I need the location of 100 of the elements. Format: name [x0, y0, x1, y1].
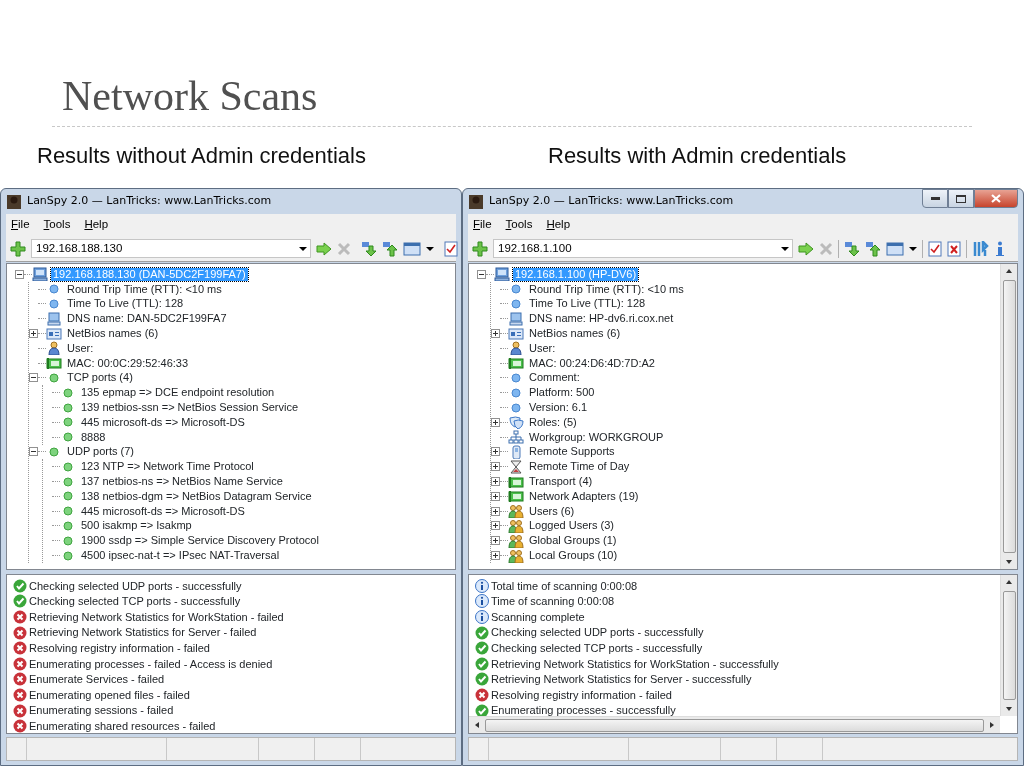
- log-entry: Resolving registry information - failed: [29, 640, 210, 656]
- check-document-icon[interactable]: [444, 240, 458, 257]
- tree-item[interactable]: Time To Live (TTL): 128: [65, 297, 186, 311]
- computer-icon: [494, 267, 510, 282]
- tree-item[interactable]: User:: [527, 341, 558, 355]
- tree-item[interactable]: Global Groups (1): [527, 534, 619, 548]
- menu-item[interactable]: File: [473, 216, 492, 234]
- address-combo[interactable]: 192.168.188.130: [31, 239, 311, 258]
- tree-item[interactable]: 4500 ipsec-nat-t => IPsec NAT-Traversal: [79, 549, 282, 563]
- tree-item[interactable]: DNS name: HP-dv6.ri.cox.net: [527, 312, 676, 326]
- dot-icon: [508, 370, 524, 385]
- tree-item[interactable]: MAC: 00:24:D6:4D:7D:A2: [527, 356, 657, 370]
- tree-item[interactable]: 138 netbios-dgm => NetBios Datagram Service: [79, 489, 314, 503]
- expand-icon[interactable]: [491, 417, 500, 427]
- expand-icon[interactable]: [491, 521, 500, 531]
- expand-icon[interactable]: [491, 506, 500, 516]
- tree-item[interactable]: Roles: (5): [527, 415, 579, 429]
- log-entry: Total time of scanning 0:00:08: [491, 578, 638, 594]
- close-button[interactable]: [974, 189, 1018, 208]
- menu-item[interactable]: Tools: [505, 216, 533, 234]
- log-entry: Retrieving Network Statistics for Server - failed: [29, 625, 257, 641]
- expand-icon[interactable]: [491, 551, 500, 561]
- menu-item[interactable]: Help: [546, 216, 571, 234]
- collapse-icon[interactable]: [29, 373, 38, 383]
- tree-item[interactable]: MAC: 00:0C:29:52:46:33: [65, 356, 191, 370]
- tree-item[interactable]: 135 epmap => DCE endpoint resolution: [79, 386, 277, 400]
- close-icon: [991, 194, 1001, 203]
- expand-icon[interactable]: [491, 329, 500, 339]
- dropdown-icon[interactable]: [426, 245, 434, 252]
- tree-item[interactable]: Workgroup: WORKGROUP: [527, 430, 666, 444]
- tree-item[interactable]: 137 netbios-ns => NetBios Name Service: [79, 475, 285, 489]
- tree-item[interactable]: 445 microsoft-ds => Microsoft-DS: [79, 504, 247, 518]
- tree-item[interactable]: Round Trip Time (RTT): <10 ms: [527, 282, 686, 296]
- plus-icon[interactable]: [10, 240, 26, 257]
- address-combo[interactable]: 192.168.1.100: [493, 239, 793, 258]
- plus-icon[interactable]: [472, 240, 488, 257]
- check-document-icon[interactable]: [928, 240, 942, 257]
- tree-item[interactable]: 1900 ssdp => Simple Service Discovery Protocol: [79, 534, 321, 548]
- log-entry: Retrieving Network Statistics for WorkStation - successfully: [491, 656, 779, 672]
- expand-icon[interactable]: [29, 329, 38, 339]
- log-entry: Checking selected TCP ports - successfully: [29, 594, 241, 610]
- tree-item[interactable]: UDP ports (7): [65, 445, 137, 459]
- tree-item[interactable]: TCP ports (4): [65, 371, 135, 385]
- expand-icon[interactable]: [491, 536, 500, 546]
- expand-icon[interactable]: [491, 477, 500, 487]
- arrow-up-icon[interactable]: [382, 240, 398, 257]
- tree-item[interactable]: DNS name: DAN-5DC2F199FA7: [65, 312, 229, 326]
- dot-icon: [60, 415, 76, 430]
- collapse-icon[interactable]: [477, 269, 486, 279]
- menu-item[interactable]: Help: [84, 216, 109, 234]
- tree-item[interactable]: User:: [65, 341, 96, 355]
- delete-document-icon[interactable]: [947, 240, 961, 257]
- minimize-button[interactable]: [922, 189, 948, 208]
- caption: Results without Admin credentials: [37, 142, 366, 170]
- tree-item[interactable]: 500 isakmp => Isakmp: [79, 519, 194, 533]
- menu-item[interactable]: Tools: [43, 216, 71, 234]
- arrow-down-icon[interactable]: [844, 240, 860, 257]
- dot-icon: [60, 459, 76, 474]
- info-icon[interactable]: [995, 240, 1005, 257]
- collapse-icon[interactable]: [15, 269, 24, 279]
- tree-item[interactable]: Remote Time of Day: [527, 460, 632, 474]
- vertical-scrollbar[interactable]: [1000, 264, 1017, 569]
- tree-item[interactable]: NetBios names (6): [527, 327, 623, 341]
- expand-icon[interactable]: [491, 447, 500, 457]
- dropdown-icon[interactable]: [909, 245, 917, 252]
- caption: Results with Admin credentials: [548, 142, 847, 170]
- arrow-up-icon[interactable]: [865, 240, 881, 257]
- tree-item[interactable]: Comment:: [527, 371, 582, 385]
- horizontal-scrollbar[interactable]: [469, 716, 1000, 733]
- expand-icon[interactable]: [491, 462, 500, 472]
- minimize-icon: [930, 197, 940, 200]
- tree-item[interactable]: NetBios names (6): [65, 327, 161, 341]
- go-arrow-icon[interactable]: [798, 241, 814, 256]
- go-arrow-icon[interactable]: [316, 241, 332, 256]
- dot-icon: [60, 385, 76, 400]
- vertical-scrollbar[interactable]: [1000, 575, 1017, 716]
- tree-item[interactable]: 139 netbios-ssn => NetBios Session Service: [79, 401, 301, 415]
- tree-item[interactable]: 8888: [79, 430, 108, 444]
- check-icon: [475, 672, 489, 687]
- user-icon: [508, 341, 524, 356]
- tree-item[interactable]: Platform: 500: [527, 386, 597, 400]
- menu-item[interactable]: File: [11, 216, 30, 234]
- expand-icon[interactable]: [491, 491, 500, 501]
- users-icon: [508, 548, 524, 563]
- tree-item[interactable]: Users (6): [527, 504, 577, 518]
- maximize-button[interactable]: [948, 189, 974, 208]
- collapse-icon[interactable]: [29, 447, 38, 457]
- arrow-down-icon[interactable]: [361, 240, 377, 257]
- tree-item[interactable]: Network Adapters (19): [527, 489, 641, 503]
- tree-item[interactable]: 445 microsoft-ds => Microsoft-DS: [79, 415, 247, 429]
- window-icon[interactable]: [403, 241, 421, 256]
- tree-item[interactable]: 123 NTP => Network Time Protocol: [79, 460, 256, 474]
- tree-item[interactable]: Local Groups (10): [527, 549, 620, 563]
- tree-item[interactable]: Round Trip Time (RTT): <10 ms: [65, 282, 224, 296]
- window-icon[interactable]: [886, 241, 904, 256]
- tree-item[interactable]: Logged Users (3): [527, 519, 616, 533]
- tree-item[interactable]: Version: 6.1: [527, 401, 590, 415]
- tree-item[interactable]: Remote Supports: [527, 445, 617, 459]
- tree-item[interactable]: Transport (4): [527, 475, 595, 489]
- tree-item[interactable]: Time To Live (TTL): 128: [527, 297, 648, 311]
